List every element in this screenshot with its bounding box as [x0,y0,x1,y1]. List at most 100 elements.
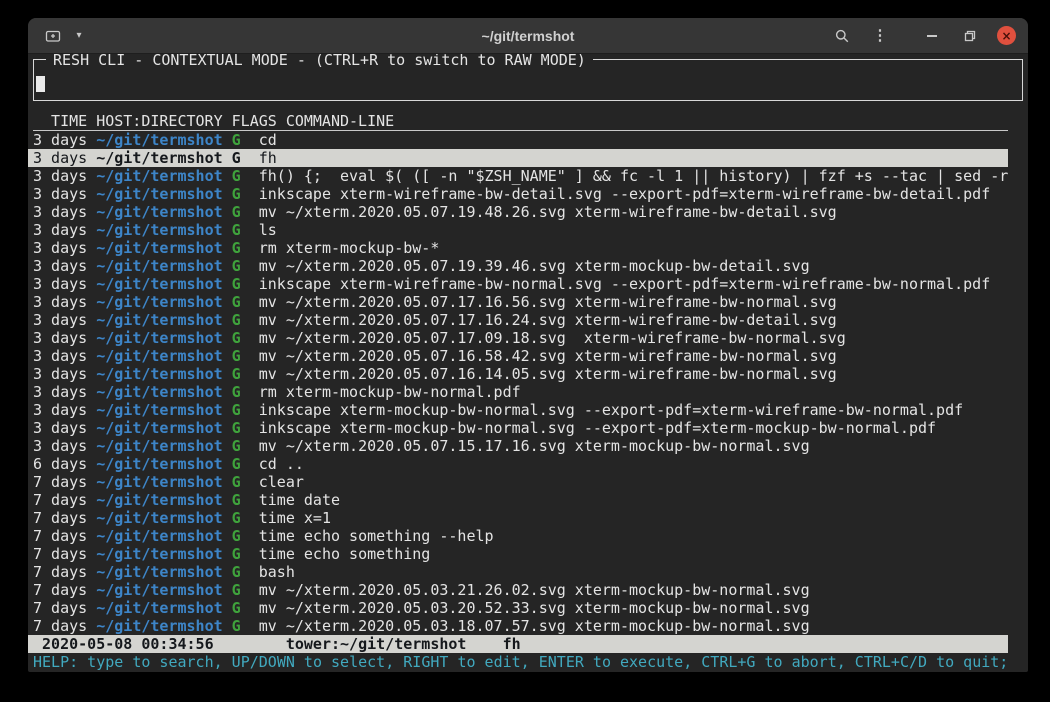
history-directory: ~/git/termshot [96,509,231,527]
history-row[interactable]: 7 days~/git/termshotGtime echo something [33,545,1023,563]
history-row[interactable]: 7 days~/git/termshotGclear [33,473,1023,491]
history-flags: G [232,599,259,617]
history-row[interactable]: 3 days~/git/termshotGmv ~/xterm.2020.05.… [33,203,1023,221]
history-command: time echo something --help [259,527,494,545]
history-time: 7 days [33,545,96,563]
minimize-icon [927,35,937,37]
history-time: 7 days [33,473,96,491]
history-command: mv ~/xterm.2020.05.07.16.14.05.svg xterm… [259,365,837,383]
history-row[interactable]: 3 days~/git/termshotGmv ~/xterm.2020.05.… [33,257,1023,275]
history-command: cd .. [259,455,304,473]
history-time: 3 days [33,185,96,203]
history-directory: ~/git/termshot [96,167,231,185]
history-time: 3 days [33,293,96,311]
history-flags: G [232,347,259,365]
new-tab-button[interactable] [42,24,64,48]
header-host-directory: HOST:DIRECTORY [96,112,231,130]
history-row[interactable]: 3 days~/git/termshotGfh() {; eval $( ([ … [33,167,1023,185]
history-row[interactable]: 7 days~/git/termshotGtime echo something… [33,527,1023,545]
history-row[interactable]: 3 days~/git/termshotGmv ~/xterm.2020.05.… [33,311,1023,329]
history-directory: ~/git/termshot [96,491,231,509]
history-time: 3 days [33,437,96,455]
history-row[interactable]: 3 days~/git/termshotGrm xterm-mockup-bw-… [33,383,1023,401]
history-directory: ~/git/termshot [96,347,231,365]
history-time: 3 days [33,311,96,329]
history-time: 6 days [33,455,96,473]
history-time: 7 days [33,617,96,635]
history-command: inkscape xterm-mockup-bw-normal.svg --ex… [259,419,936,437]
header-time: TIME [33,112,96,130]
history-row[interactable]: 6 days~/git/termshotGcd .. [33,455,1023,473]
history-row[interactable]: 3 days~/git/termshotGfh [28,149,1008,167]
history-time: 7 days [33,527,96,545]
search-button[interactable] [831,24,853,48]
history-row[interactable]: 7 days~/git/termshotGtime date [33,491,1023,509]
history-command: fh() {; eval $( ([ -n "$ZSH_NAME" ] && f… [259,167,1009,185]
history-directory: ~/git/termshot [96,275,231,293]
history-row[interactable]: 3 days~/git/termshotGinkscape xterm-mock… [33,419,1023,437]
history-flags: G [232,365,259,383]
history-row[interactable]: 3 days~/git/termshotGls [33,221,1023,239]
history-directory: ~/git/termshot [96,599,231,617]
history-flags: G [232,509,259,527]
tab-list-dropdown-button[interactable]: ▾ [72,24,86,48]
history-command: time echo something [259,545,431,563]
history-command: mv ~/xterm.2020.05.07.17.16.56.svg xterm… [259,293,837,311]
search-icon [834,28,850,44]
status-bar: 2020-05-08 00:34:56tower:~/git/termshotf… [28,635,1008,653]
history-time: 3 days [33,167,96,185]
history-row[interactable]: 7 days~/git/termshotGtime x=1 [33,509,1023,527]
minimize-button[interactable] [921,24,943,48]
history-command: mv ~/xterm.2020.05.03.20.52.33.svg xterm… [259,599,810,617]
history-time: 7 days [33,581,96,599]
history-row[interactable]: 3 days~/git/termshotGmv ~/xterm.2020.05.… [33,347,1023,365]
history-row[interactable]: 3 days~/git/termshotGcd [33,131,1023,149]
history-directory: ~/git/termshot [96,221,231,239]
history-flags: G [232,527,259,545]
history-row[interactable]: 7 days~/git/termshotGmv ~/xterm.2020.05.… [33,581,1023,599]
history-row[interactable]: 3 days~/git/termshotGinkscape xterm-wire… [33,275,1023,293]
history-flags: G [232,131,259,149]
restore-button[interactable] [959,24,981,48]
history-row[interactable]: 7 days~/git/termshotGmv ~/xterm.2020.05.… [33,617,1023,635]
help-line: HELP: type to search, UP/DOWN to select,… [33,653,1023,671]
search-input[interactable]: RESH CLI - CONTEXTUAL MODE - (CTRL+R to … [33,59,1023,101]
menu-button[interactable]: ⋮ [869,24,891,48]
history-time: 3 days [33,347,96,365]
history-row[interactable]: 3 days~/git/termshotGmv ~/xterm.2020.05.… [33,293,1023,311]
history-flags: G [232,275,259,293]
status-host-path: tower:~/git/termshot [286,635,503,653]
history-flags: G [232,491,259,509]
history-command: mv ~/xterm.2020.05.07.19.39.46.svg xterm… [259,257,810,275]
window-restore-icon [962,28,978,44]
history-command: clear [259,473,304,491]
history-row[interactable]: 3 days~/git/termshotGrm xterm-mockup-bw-… [33,239,1023,257]
history-row[interactable]: 3 days~/git/termshotGmv ~/xterm.2020.05.… [33,329,1023,347]
history-time: 3 days [33,257,96,275]
history-flags: G [232,329,259,347]
history-flags: G [232,293,259,311]
history-directory: ~/git/termshot [96,185,231,203]
history-command: fh [259,149,277,167]
history-row[interactable]: 7 days~/git/termshotGbash [33,563,1023,581]
history-directory: ~/git/termshot [96,365,231,383]
history-command: mv ~/xterm.2020.05.07.17.16.24.svg xterm… [259,311,837,329]
history-time: 7 days [33,599,96,617]
history-command: mv ~/xterm.2020.05.07.19.48.26.svg xterm… [259,203,837,221]
history-row[interactable]: 7 days~/git/termshotGmv ~/xterm.2020.05.… [33,599,1023,617]
history-row[interactable]: 3 days~/git/termshotGinkscape xterm-wire… [33,185,1023,203]
history-time: 3 days [33,275,96,293]
history-row[interactable]: 3 days~/git/termshotGmv ~/xterm.2020.05.… [33,437,1023,455]
history-command: rm xterm-mockup-bw-normal.pdf [259,383,521,401]
history-row[interactable]: 3 days~/git/termshotGmv ~/xterm.2020.05.… [33,365,1023,383]
history-flags: G [232,149,259,167]
history-flags: G [232,257,259,275]
history-time: 3 days [33,365,96,383]
close-button[interactable]: × [997,26,1016,45]
history-directory: ~/git/termshot [96,383,231,401]
history-row[interactable]: 3 days~/git/termshotGinkscape xterm-mock… [33,401,1023,419]
history-flags: G [232,617,259,635]
history-command: mv ~/xterm.2020.05.07.16.58.42.svg xterm… [259,347,837,365]
history-command: time x=1 [259,509,331,527]
history-directory: ~/git/termshot [96,401,231,419]
